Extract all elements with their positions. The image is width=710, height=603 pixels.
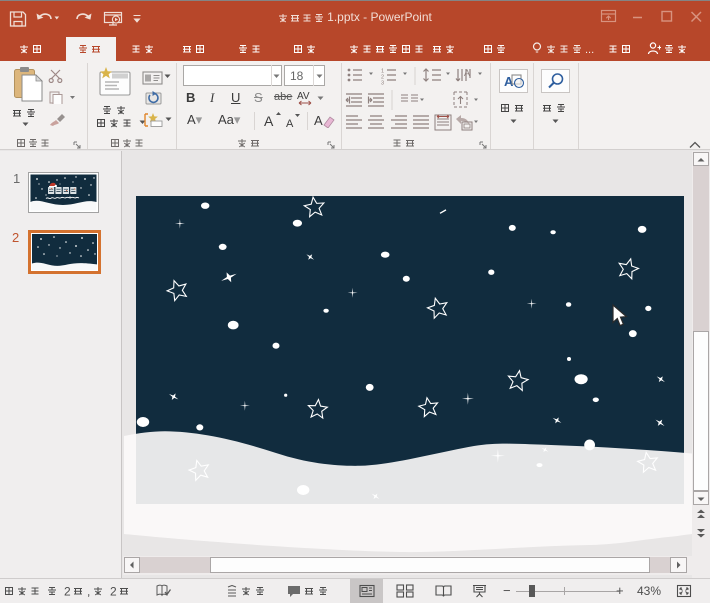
- svg-text:,: ,: [87, 585, 90, 598]
- svg-text:A: A: [464, 68, 470, 78]
- svg-text:A: A: [264, 113, 274, 129]
- svg-text:2: 2: [64, 585, 71, 598]
- svg-text:...: ...: [585, 44, 594, 55]
- svg-text:2: 2: [110, 585, 117, 598]
- svg-text:A: A: [314, 113, 323, 128]
- svg-text:AV: AV: [297, 91, 310, 102]
- svg-text:A: A: [286, 118, 294, 129]
- svg-text:3: 3: [381, 81, 384, 87]
